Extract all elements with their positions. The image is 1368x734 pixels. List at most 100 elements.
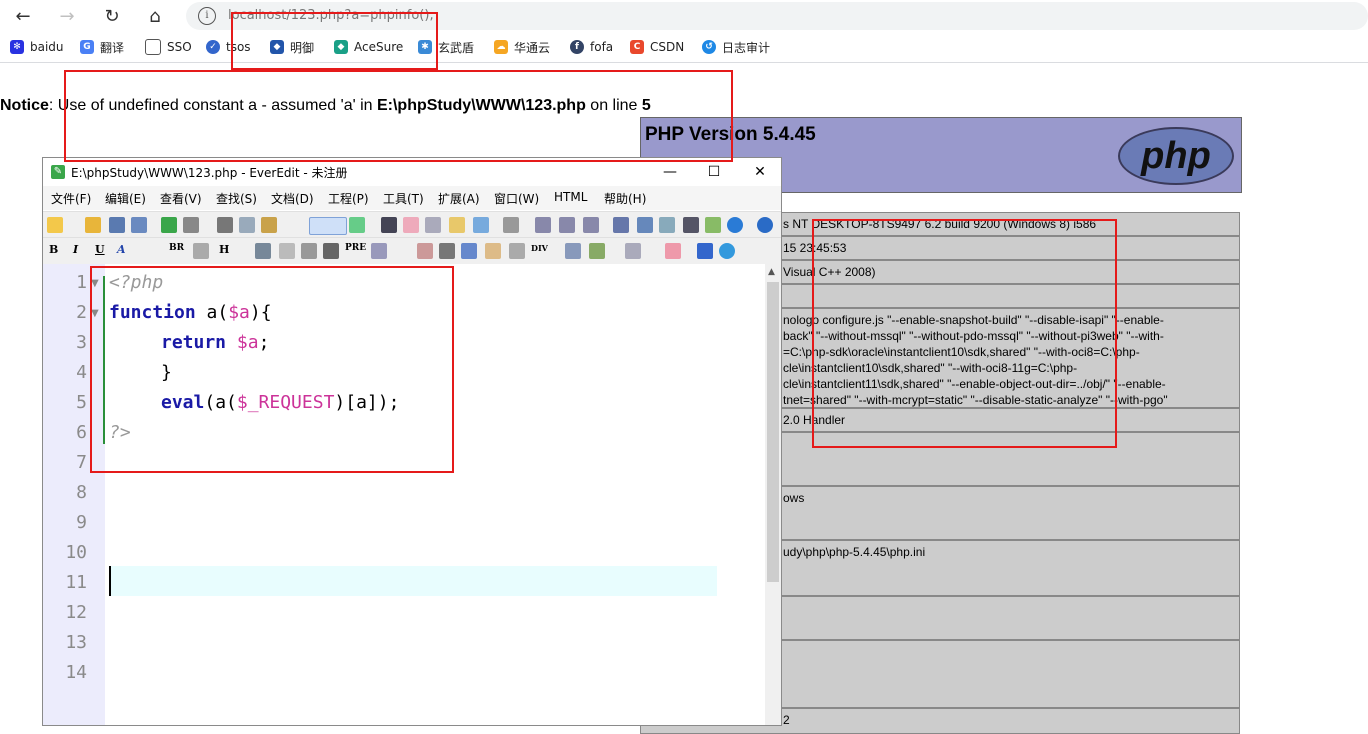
bookmark-translate[interactable]: G 翻译 [80, 38, 124, 56]
image-icon[interactable] [417, 243, 433, 259]
browser-toolbar: ← → ↻ ⌂ i localhost/123.php?a=phpinfo(); [0, 0, 1368, 32]
back-arrow-icon[interactable]: ← [10, 4, 36, 28]
word-wrap-icon[interactable] [309, 217, 347, 235]
document-icon [145, 39, 161, 55]
undo-icon[interactable] [161, 217, 177, 233]
bookmark-mingyu[interactable]: ◆ 明御 [270, 38, 314, 56]
italic-button[interactable]: I [73, 243, 78, 256]
menu-help[interactable]: 帮助(H) [604, 190, 646, 207]
bookmark-icon[interactable] [535, 217, 551, 233]
letter-c-icon: C [630, 40, 644, 54]
paw-icon: ✻ [10, 40, 24, 54]
bookmark-next-icon[interactable] [559, 217, 575, 233]
plugin-icon[interactable] [705, 217, 721, 233]
home-icon[interactable]: ⌂ [142, 4, 168, 28]
heading-button[interactable]: H [219, 243, 229, 256]
find-in-files-icon[interactable] [449, 217, 465, 233]
bookmark-csdn[interactable]: C CSDN [630, 38, 684, 56]
menu-edit[interactable]: 编辑(E) [105, 190, 146, 207]
bookmark-tsos[interactable]: ✓ tsos [206, 38, 251, 56]
fold-marker-icon[interactable]: ▼ [91, 278, 99, 289]
underline-button[interactable]: U [95, 243, 105, 256]
reload-icon[interactable]: ↻ [99, 4, 125, 28]
cut-icon[interactable] [217, 217, 233, 233]
save-icon[interactable] [109, 217, 125, 233]
bookmark-fofa[interactable]: f fofa [570, 38, 613, 56]
line-number-gutter: 1 2 3 4 5 6 7 8 9 10 11 12 13 14 ▼ ▼ [43, 264, 105, 725]
menu-document[interactable]: 文档(D) [271, 190, 314, 207]
find-icon[interactable] [381, 217, 397, 233]
browser-preview-icon[interactable] [727, 217, 743, 233]
grid-icon[interactable] [565, 243, 581, 259]
color-palette-icon[interactable] [665, 243, 681, 259]
redo-icon[interactable] [183, 217, 199, 233]
table-icon[interactable] [279, 243, 295, 259]
font-button[interactable]: A [117, 243, 126, 256]
maximize-icon[interactable]: ☐ [699, 162, 729, 182]
macro-icon[interactable] [503, 217, 519, 233]
minimize-icon[interactable]: — [655, 162, 685, 182]
br-button[interactable]: BR [169, 243, 184, 253]
web-icon[interactable] [719, 243, 735, 259]
goto-icon[interactable] [473, 217, 489, 233]
editor-title: E:\phpStudy\WWW\123.php - EverEdit - 未注册 [71, 166, 348, 180]
vertical-scrollbar[interactable]: ▲ [765, 264, 781, 725]
scrollbar-thumb[interactable] [767, 282, 779, 582]
bookmarks-bar: ✻ baidu G 翻译 SSO ✓ tsos ◆ 明御 ◆ AceSure ✱ 玄武盾 ☁… [0, 32, 1368, 63]
menu-search[interactable]: 查找(S) [216, 190, 257, 207]
media-icon[interactable] [485, 243, 501, 259]
bold-button[interactable]: B [49, 243, 58, 256]
align-icon[interactable] [301, 243, 317, 259]
translate-icon: G [80, 40, 94, 54]
bookmark-xuanwudun[interactable]: ✱ 玄武盾 [418, 38, 474, 56]
list-icon[interactable] [613, 217, 629, 233]
menu-html[interactable]: HTML [554, 190, 587, 204]
picture-icon[interactable] [589, 243, 605, 259]
html-preview-icon[interactable] [697, 243, 713, 259]
bookmark-huatongyun[interactable]: ☁ 华通云 [494, 38, 550, 56]
fold-marker-icon[interactable]: ▼ [91, 308, 99, 319]
bookmark-acesure[interactable]: ◆ AceSure [334, 38, 403, 56]
help-icon[interactable] [757, 217, 773, 233]
annotation-box-notice [64, 70, 733, 162]
new-file-icon[interactable] [47, 217, 63, 233]
input-icon[interactable] [625, 243, 641, 259]
menu-extensions[interactable]: 扩展(A) [438, 190, 480, 207]
paragraph-icon[interactable] [193, 243, 209, 259]
list-bullet-icon[interactable] [371, 243, 387, 259]
div-button[interactable]: DIV [531, 243, 548, 253]
site-info-icon[interactable]: i [198, 7, 216, 25]
pilcrow-icon[interactable] [323, 243, 339, 259]
fold-range-line [103, 276, 105, 444]
menu-project[interactable]: 工程(P) [328, 190, 369, 207]
frame-icon[interactable] [509, 243, 525, 259]
address-url[interactable]: localhost/123.php?a=phpinfo(); [228, 8, 434, 23]
menu-file[interactable]: 文件(F) [51, 190, 91, 207]
forward-arrow-icon[interactable]: → [54, 4, 80, 28]
close-icon[interactable]: ✕ [745, 162, 775, 182]
paste-icon[interactable] [261, 217, 277, 233]
anchor-icon[interactable] [255, 243, 271, 259]
bookmark-prev-icon[interactable] [583, 217, 599, 233]
save-all-icon[interactable] [131, 217, 147, 233]
bookmark-log-audit[interactable]: ↺ 日志审计 [702, 38, 770, 56]
panel-icon[interactable] [637, 217, 653, 233]
scroll-up-icon[interactable]: ▲ [768, 267, 775, 277]
bookmark-baidu[interactable]: ✻ baidu [10, 38, 64, 56]
form-icon[interactable] [461, 243, 477, 259]
pre-button[interactable]: PRE [345, 243, 366, 253]
split-icon[interactable] [659, 217, 675, 233]
fullscreen-icon[interactable] [683, 217, 699, 233]
columns-icon[interactable] [349, 217, 365, 233]
menu-tools[interactable]: 工具(T) [383, 190, 424, 207]
copy-icon[interactable] [239, 217, 255, 233]
open-folder-icon[interactable] [85, 217, 101, 233]
bookmark-sso[interactable]: SSO [145, 38, 192, 56]
address-bar[interactable]: i localhost/123.php?a=phpinfo(); [186, 2, 1368, 30]
link-icon[interactable] [439, 243, 455, 259]
menu-window[interactable]: 窗口(W) [494, 190, 539, 207]
menu-view[interactable]: 查看(V) [160, 190, 202, 207]
replace-icon[interactable] [403, 217, 419, 233]
spell-icon[interactable] [425, 217, 441, 233]
editor-title-bar[interactable]: ✎ E:\phpStudy\WWW\123.php - EverEdit - 未… [43, 158, 781, 186]
